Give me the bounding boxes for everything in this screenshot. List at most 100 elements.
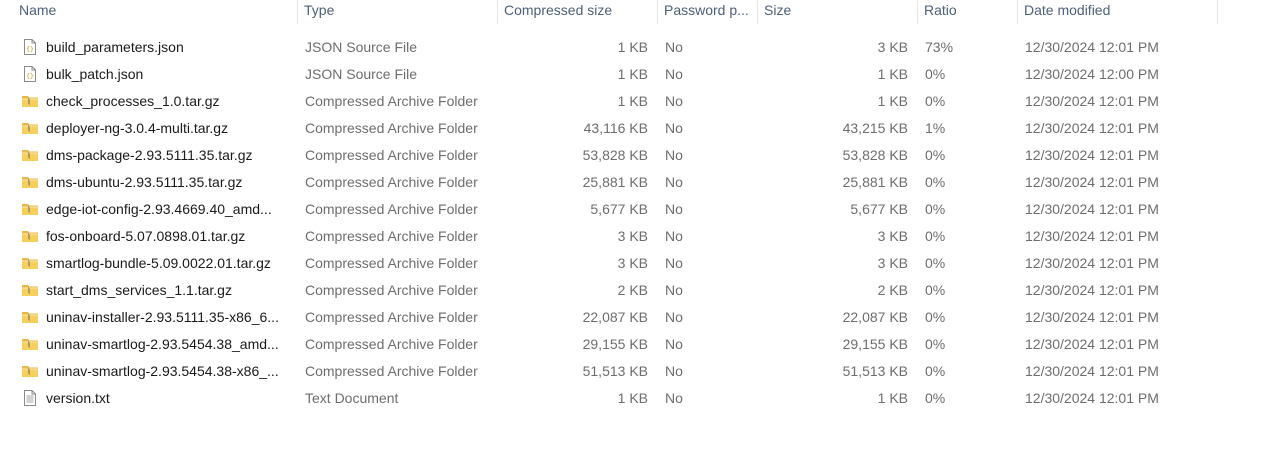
file-name: dms-package-2.93.5111.35.tar.gz <box>46 147 253 163</box>
zip-folder-icon <box>21 308 39 326</box>
file-compressed-size: 3 KB <box>617 255 648 271</box>
file-password-protected: No <box>665 66 683 82</box>
file-date-modified: 12/30/2024 12:01 PM <box>1025 255 1159 271</box>
file-ratio: 0% <box>925 390 946 406</box>
file-ratio: 73% <box>925 39 954 55</box>
file-name: deployer-ng-3.0.4-multi.tar.gz <box>46 120 229 136</box>
zip-folder-icon <box>21 227 39 245</box>
file-compressed-size: 29,155 KB <box>582 336 648 352</box>
file-compressed-size: 1 KB <box>617 39 648 55</box>
file-list: {} build_parameters.json JSON Source File 1… <box>0 34 1269 412</box>
file-name: dms-ubuntu-2.93.5111.35.tar.gz <box>46 174 243 190</box>
file-name: start_dms_services_1.1.tar.gz <box>46 282 232 298</box>
file-row[interactable]: fos-onboard-5.07.0898.01.tar.gz Compresse… <box>0 223 1269 250</box>
zip-folder-icon <box>21 92 39 110</box>
zip-folder-icon <box>21 146 39 164</box>
column-header-ratio[interactable]: Ratio <box>918 0 1018 24</box>
file-password-protected: No <box>665 228 683 244</box>
file-size: 3 KB <box>877 228 908 244</box>
file-size: 1 KB <box>877 66 908 82</box>
file-type: Compressed Archive Folder <box>305 255 478 271</box>
file-row[interactable]: edge-iot-config-2.93.4669.40_amd... Compr… <box>0 196 1269 223</box>
file-date-modified: 12/30/2024 12:01 PM <box>1025 174 1159 190</box>
file-ratio: 0% <box>925 174 946 190</box>
file-password-protected: No <box>665 39 683 55</box>
file-name: uninav-smartlog-2.93.5454.38-x86_... <box>46 363 279 379</box>
file-size: 43,215 KB <box>842 120 908 136</box>
file-name: uninav-installer-2.93.5111.35-x86_6... <box>46 309 279 325</box>
file-date-modified: 12/30/2024 12:01 PM <box>1025 39 1159 55</box>
file-row[interactable]: smartlog-bundle-5.09.0022.01.tar.gz Compr… <box>0 250 1269 277</box>
zip-folder-icon <box>21 362 39 380</box>
file-type: Text Document <box>305 390 399 406</box>
file-size: 1 KB <box>877 93 908 109</box>
file-row[interactable]: deployer-ng-3.0.4-multi.tar.gz Compressed… <box>0 115 1269 142</box>
file-password-protected: No <box>665 147 683 163</box>
file-type: Compressed Archive Folder <box>305 336 478 352</box>
file-date-modified: 12/30/2024 12:01 PM <box>1025 390 1159 406</box>
column-header-compressed-size[interactable]: Compressed size <box>498 0 658 24</box>
column-header-password[interactable]: Password p... <box>658 0 758 24</box>
column-header-type[interactable]: Type <box>298 0 498 24</box>
file-ratio: 0% <box>925 309 946 325</box>
file-compressed-size: 25,881 KB <box>582 174 648 190</box>
file-date-modified: 12/30/2024 12:01 PM <box>1025 336 1159 352</box>
file-password-protected: No <box>665 93 683 109</box>
zip-folder-icon <box>21 254 39 272</box>
file-type: Compressed Archive Folder <box>305 120 478 136</box>
file-size: 3 KB <box>877 39 908 55</box>
file-compressed-size: 1 KB <box>617 66 648 82</box>
file-password-protected: No <box>665 363 683 379</box>
file-date-modified: 12/30/2024 12:01 PM <box>1025 201 1159 217</box>
file-row[interactable]: uninav-smartlog-2.93.5454.38-x86_... Comp… <box>0 358 1269 385</box>
file-row[interactable]: version.txt Text Document 1 KB No 1 KB 0% 12/3… <box>0 385 1269 412</box>
file-row[interactable]: check_processes_1.0.tar.gz Compressed Arc… <box>0 88 1269 115</box>
zip-folder-icon <box>21 281 39 299</box>
file-size: 2 KB <box>877 282 908 298</box>
file-type: JSON Source File <box>305 39 418 55</box>
file-date-modified: 12/30/2024 12:01 PM <box>1025 309 1159 325</box>
file-name: build_parameters.json <box>46 39 184 55</box>
file-password-protected: No <box>665 120 683 136</box>
column-header-date-modified[interactable]: Date modified <box>1018 0 1218 24</box>
file-size: 5,677 KB <box>850 201 908 217</box>
file-row[interactable]: dms-ubuntu-2.93.5111.35.tar.gz Compressed… <box>0 169 1269 196</box>
file-type: Compressed Archive Folder <box>305 228 478 244</box>
file-row[interactable]: {} build_parameters.json JSON Source File 1… <box>0 34 1269 61</box>
json-file-icon: {} <box>21 38 39 56</box>
file-row[interactable]: {} bulk_patch.json JSON Source File 1 KB No 1… <box>0 61 1269 88</box>
file-type: Compressed Archive Folder <box>305 282 478 298</box>
file-size: 51,513 KB <box>842 363 908 379</box>
file-compressed-size: 22,087 KB <box>582 309 648 325</box>
column-header-name[interactable]: Name <box>13 0 298 24</box>
file-date-modified: 12/30/2024 12:01 PM <box>1025 363 1159 379</box>
file-compressed-size: 43,116 KB <box>583 120 648 136</box>
file-ratio: 0% <box>925 66 946 82</box>
file-size: 53,828 KB <box>842 147 908 163</box>
file-name: check_processes_1.0.tar.gz <box>46 93 220 109</box>
file-date-modified: 12/30/2024 12:01 PM <box>1025 228 1159 244</box>
file-name: fos-onboard-5.07.0898.01.tar.gz <box>46 228 246 244</box>
file-compressed-size: 2 KB <box>617 282 648 298</box>
file-type: Compressed Archive Folder <box>305 309 478 325</box>
file-type: Compressed Archive Folder <box>305 363 478 379</box>
file-size: 3 KB <box>877 255 908 271</box>
file-size: 29,155 KB <box>842 336 908 352</box>
file-ratio: 0% <box>925 201 946 217</box>
file-row[interactable]: start_dms_services_1.1.tar.gz Compressed … <box>0 277 1269 304</box>
file-row[interactable]: dms-package-2.93.5111.35.tar.gz Compresse… <box>0 142 1269 169</box>
file-size: 22,087 KB <box>842 309 908 325</box>
file-row[interactable]: uninav-installer-2.93.5111.35-x86_6... Co… <box>0 304 1269 331</box>
zip-folder-icon <box>21 173 39 191</box>
file-compressed-size: 5,677 KB <box>590 201 648 217</box>
file-date-modified: 12/30/2024 12:01 PM <box>1025 93 1159 109</box>
file-size: 25,881 KB <box>842 174 908 190</box>
column-header-size[interactable]: Size <box>758 0 918 24</box>
text-file-icon <box>21 389 39 407</box>
file-ratio: 0% <box>925 147 946 163</box>
file-date-modified: 12/30/2024 12:01 PM <box>1025 147 1159 163</box>
zip-folder-icon <box>21 200 39 218</box>
file-row[interactable]: uninav-smartlog-2.93.5454.38_amd... Compr… <box>0 331 1269 358</box>
file-ratio: 0% <box>925 255 946 271</box>
file-compressed-size: 1 KB <box>617 93 648 109</box>
